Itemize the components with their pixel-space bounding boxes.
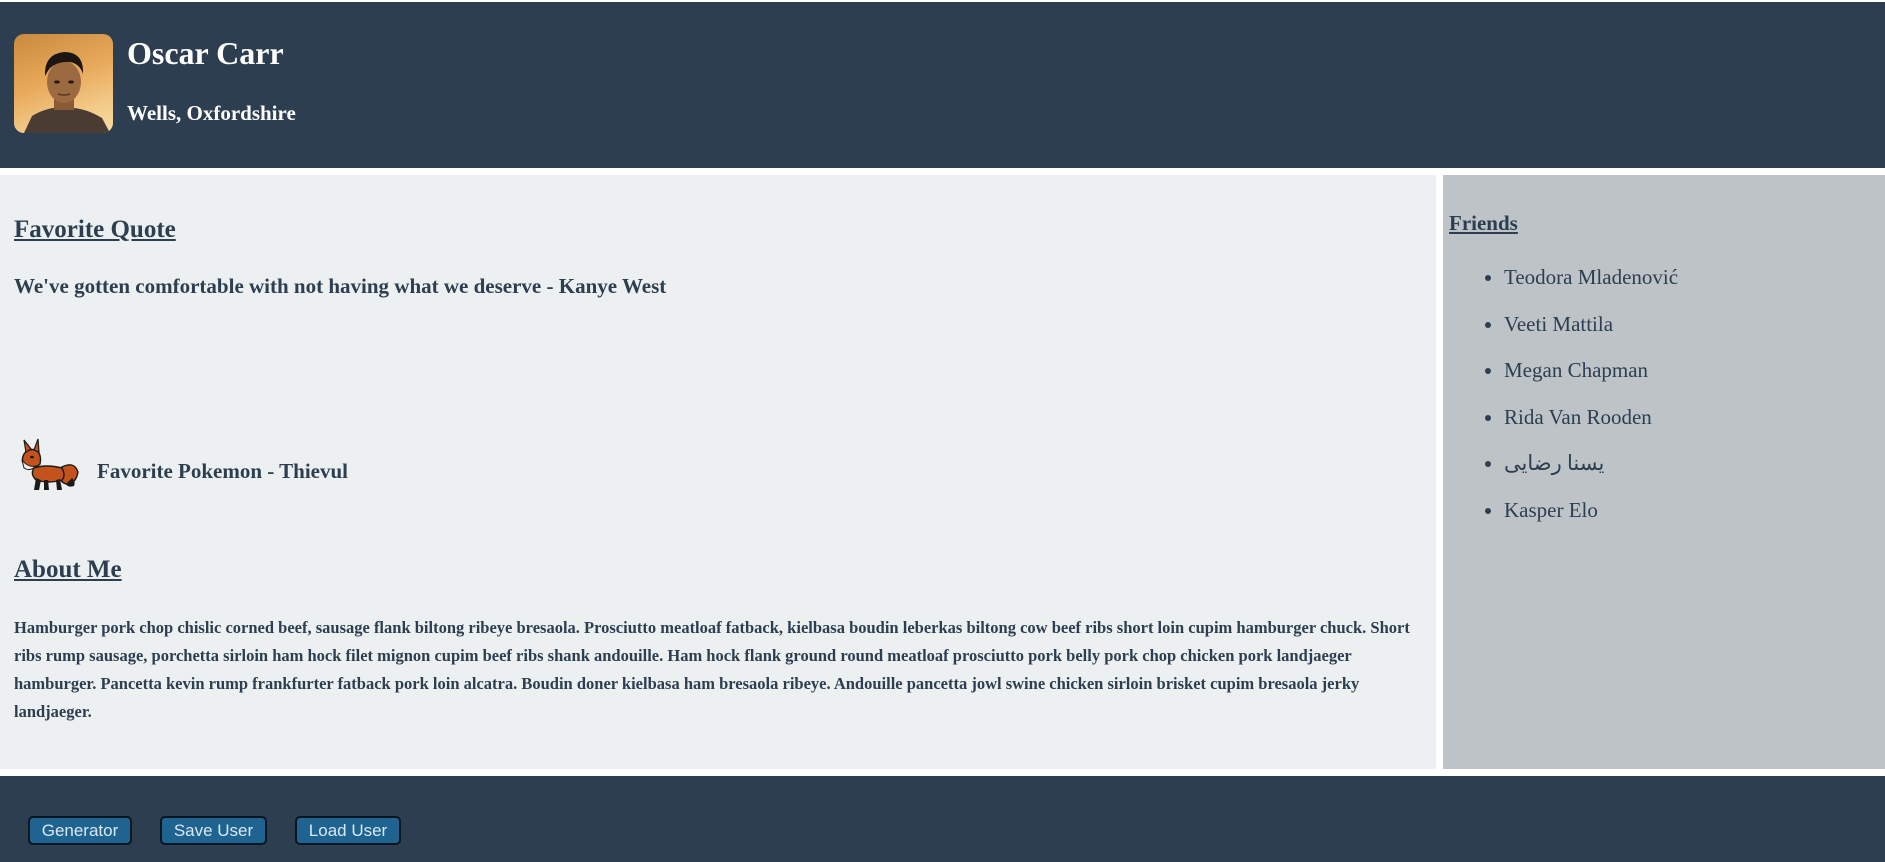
user-location: Wells, Oxfordshire [127,101,296,125]
avatar [14,34,113,133]
friend-item: Megan Chapman [1504,357,1678,383]
user-name: Oscar Carr [127,35,284,71]
user-photo-icon [24,52,110,133]
footer-bar [0,776,1885,862]
save-user-button[interactable]: Save User [160,816,267,845]
quote-text: We've gotten comfortable with not having… [14,274,667,298]
friend-item: Veeti Mattila [1504,311,1678,337]
load-user-button[interactable]: Load User [295,816,401,845]
quote-heading: Favorite Quote [14,216,176,243]
favorite-pokemon-label: Favorite Pokemon - Thievul [97,459,349,483]
friend-item: Teodora Mladenović [1504,264,1678,290]
friend-item: Kasper Elo [1504,497,1678,523]
fox-pokemon-icon [16,438,80,492]
generator-button[interactable]: Generator [28,816,132,845]
profile-header: Oscar Carr Wells, Oxfordshire [0,2,1885,168]
friend-item: یسنا رضایی [1504,450,1678,476]
about-heading: About Me [14,556,122,583]
friends-list: Teodora Mladenović Veeti Mattila Megan C… [1449,264,1678,544]
friend-item: Rida Van Rooden [1504,404,1678,430]
friends-heading: Friends [1449,211,1518,235]
about-text: Hamburger pork chop chislic corned beef,… [14,618,1410,721]
